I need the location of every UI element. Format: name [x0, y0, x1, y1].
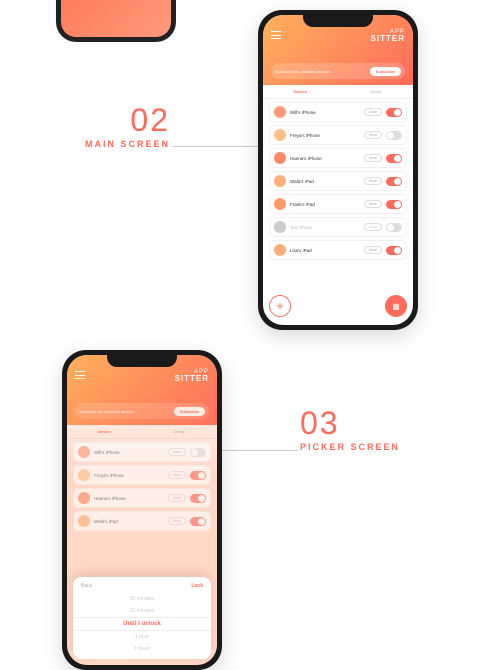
device-toggle[interactable]: [386, 108, 402, 117]
device-row[interactable]: Test PhoneMore: [269, 217, 407, 237]
device-list-dimmed: Will's iPhoneMoreFreya's iPhoneMoreHanna…: [67, 439, 217, 537]
previous-phone-partial: [56, 0, 176, 42]
device-toggle[interactable]: [386, 223, 402, 232]
device-toggle[interactable]: [386, 200, 402, 209]
device-row[interactable]: Hanna's iPhoneMore: [73, 488, 211, 508]
device-avatar: [274, 221, 286, 233]
device-toggle[interactable]: [190, 494, 206, 503]
tab-device[interactable]: Device: [263, 89, 338, 94]
device-toggle[interactable]: [190, 517, 206, 526]
device-row[interactable]: Frank's iPadMore: [269, 194, 407, 214]
more-button[interactable]: More: [364, 154, 382, 162]
duration-picker: Back Lock 30 minutes15 minutesUntil I un…: [73, 577, 211, 659]
device-row[interactable]: Lisa's iPadMore: [269, 240, 407, 260]
more-button[interactable]: More: [364, 131, 382, 139]
lock-icon: ▦: [392, 302, 400, 311]
more-button[interactable]: More: [168, 448, 186, 456]
picker-option[interactable]: 1 hour: [73, 631, 211, 643]
more-button[interactable]: More: [364, 200, 382, 208]
device-avatar: [78, 492, 90, 504]
device-name: Wafa's iPad: [94, 519, 168, 524]
section-03-label: 03 PICKER SCREEN: [300, 405, 460, 452]
device-toggle[interactable]: [386, 177, 402, 186]
more-button[interactable]: More: [364, 177, 382, 185]
more-button[interactable]: More: [168, 471, 186, 479]
picker-options[interactable]: 30 minutes15 minutesUntil I unlock1 hour…: [73, 593, 211, 655]
device-row[interactable]: Will's iPhoneMore: [269, 102, 407, 122]
device-toggle[interactable]: [386, 154, 402, 163]
tab-group[interactable]: Group: [338, 89, 413, 94]
picker-option[interactable]: 15 minutes: [73, 605, 211, 617]
device-row[interactable]: Wafa's iPadMore: [269, 171, 407, 191]
phone-notch: [303, 15, 373, 27]
device-avatar: [78, 446, 90, 458]
device-row[interactable]: Will's iPhoneMore: [73, 442, 211, 462]
device-name: Will's iPhone: [94, 450, 168, 455]
more-button[interactable]: More: [168, 517, 186, 525]
section-02-label: 02 MAIN SCREEN: [40, 102, 170, 149]
lock-all-button[interactable]: ▦: [385, 295, 407, 317]
app-brand: APP SITTER: [371, 29, 405, 43]
device-name: Frank's iPad: [290, 202, 364, 207]
tab-bar: Device Group: [263, 85, 413, 99]
menu-icon[interactable]: [271, 31, 281, 39]
device-name: Wafa's iPad: [290, 179, 364, 184]
device-avatar: [274, 152, 286, 164]
device-name: Lisa's iPad: [290, 248, 364, 253]
picker-option[interactable]: 30 minutes: [73, 593, 211, 605]
picker-back-button[interactable]: Back: [81, 583, 92, 589]
subscribe-button[interactable]: Subscribe: [370, 67, 401, 76]
device-name: Hanna's iPhone: [290, 156, 364, 161]
phone-main-screen: APP SITTER Subscribe for unlimited devic…: [258, 10, 418, 330]
section-title: MAIN SCREEN: [40, 139, 170, 149]
picker-option[interactable]: 2 hours: [73, 643, 211, 655]
more-button[interactable]: More: [364, 108, 382, 116]
section-title: PICKER SCREEN: [300, 442, 460, 452]
more-button[interactable]: More: [168, 494, 186, 502]
device-row[interactable]: Freya's iPhoneMore: [269, 125, 407, 145]
phone-notch: [107, 355, 177, 367]
add-device-button[interactable]: +: [269, 295, 291, 317]
device-row[interactable]: Hanna's iPhoneMore: [269, 148, 407, 168]
picker-option[interactable]: Until I unlock: [73, 617, 211, 631]
device-name: Test Phone: [290, 225, 364, 230]
connector-line: [222, 450, 298, 451]
device-row[interactable]: Wafa's iPadMore: [73, 511, 211, 531]
device-avatar: [78, 515, 90, 527]
device-name: Will's iPhone: [290, 110, 364, 115]
phone-picker-screen: APP SITTER Subscribe for unlimited devic…: [62, 350, 222, 670]
subscribe-banner: Subscribe for unlimited devices Subscrib…: [271, 63, 405, 79]
device-avatar: [274, 106, 286, 118]
device-toggle[interactable]: [190, 448, 206, 457]
more-button[interactable]: More: [364, 223, 382, 231]
more-button[interactable]: More: [364, 246, 382, 254]
device-avatar: [274, 198, 286, 210]
device-name: Freya's iPhone: [290, 133, 364, 138]
section-number: 03: [300, 405, 460, 442]
device-toggle[interactable]: [190, 471, 206, 480]
device-avatar: [274, 244, 286, 256]
device-row[interactable]: Freya's iPhoneMore: [73, 465, 211, 485]
device-name: Freya's iPhone: [94, 473, 168, 478]
connector-line: [172, 146, 258, 147]
device-toggle[interactable]: [386, 246, 402, 255]
section-number: 02: [40, 102, 170, 139]
banner-text: Subscribe for unlimited devices: [275, 69, 330, 74]
device-list: Will's iPhoneMoreFreya's iPhoneMoreHanna…: [263, 99, 413, 266]
device-avatar: [274, 175, 286, 187]
device-avatar: [274, 129, 286, 141]
picker-lock-button[interactable]: Lock: [191, 583, 203, 589]
device-avatar: [78, 469, 90, 481]
device-toggle[interactable]: [386, 131, 402, 140]
